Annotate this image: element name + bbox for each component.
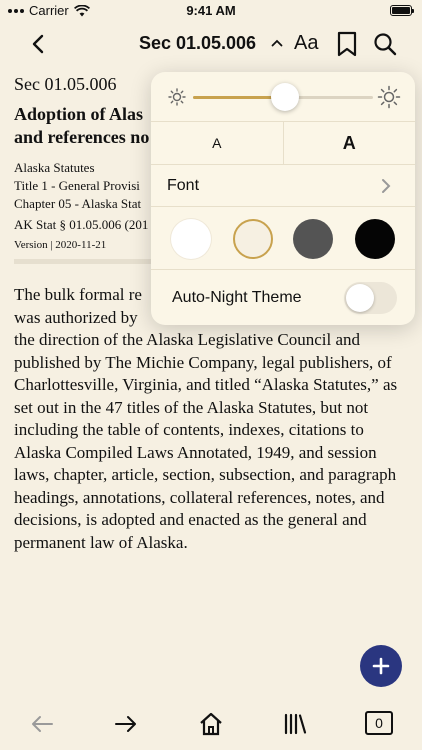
arrow-left-icon bbox=[32, 716, 53, 732]
caret-up-icon bbox=[271, 39, 283, 47]
brightness-row bbox=[151, 72, 415, 122]
auto-night-toggle[interactable] bbox=[344, 282, 397, 314]
open-tabs-counter[interactable]: 0 bbox=[365, 711, 393, 735]
toggle-knob bbox=[346, 284, 374, 312]
add-fab-button[interactable] bbox=[360, 645, 402, 687]
font-settings-button[interactable]: Aa bbox=[294, 32, 318, 55]
library-icon bbox=[284, 713, 307, 735]
home-icon bbox=[200, 712, 222, 736]
status-bar: Carrier 9:41 AM bbox=[0, 0, 422, 22]
font-size-row: A A bbox=[151, 122, 415, 165]
nav-bar: Sec 01.05.006 Aa bbox=[0, 22, 422, 66]
brightness-slider[interactable] bbox=[193, 83, 373, 111]
reading-settings-popover: A A Font Auto-Night Theme bbox=[151, 72, 415, 325]
history-back-button[interactable] bbox=[27, 710, 57, 738]
auto-night-label: Auto-Night Theme bbox=[172, 289, 302, 306]
font-label: Font bbox=[167, 177, 200, 194]
home-button[interactable] bbox=[196, 710, 226, 738]
brightness-high-icon bbox=[377, 85, 401, 109]
body-rest: the direction of the Alaska Legislative … bbox=[14, 330, 398, 552]
battery-icon bbox=[390, 5, 414, 16]
auto-night-row: Auto-Night Theme bbox=[151, 270, 415, 325]
chevron-right-icon bbox=[382, 179, 391, 193]
history-forward-button[interactable] bbox=[111, 710, 141, 738]
theme-gray-swatch[interactable] bbox=[293, 219, 333, 259]
bookmark-icon[interactable] bbox=[335, 30, 359, 58]
theme-white-swatch[interactable] bbox=[171, 219, 211, 259]
brightness-slider-thumb[interactable] bbox=[270, 83, 299, 111]
reading-progress-divider bbox=[14, 259, 154, 264]
font-row[interactable]: Font bbox=[151, 165, 415, 207]
theme-sepia-swatch[interactable] bbox=[233, 219, 273, 259]
increase-font-size-button[interactable]: A bbox=[284, 122, 416, 164]
section-title-text: Sec 01.05.006 bbox=[138, 33, 257, 53]
decrease-font-size-button[interactable]: A bbox=[151, 122, 284, 164]
arrow-right-icon bbox=[115, 716, 136, 732]
brightness-low-icon bbox=[168, 88, 186, 106]
theme-row bbox=[151, 207, 415, 270]
bottom-toolbar: 0 bbox=[0, 700, 422, 750]
library-button[interactable] bbox=[280, 710, 310, 738]
status-time: 9:41 AM bbox=[186, 3, 236, 18]
theme-black-swatch[interactable] bbox=[355, 219, 395, 259]
plus-icon bbox=[372, 657, 390, 675]
search-icon[interactable] bbox=[372, 30, 398, 58]
